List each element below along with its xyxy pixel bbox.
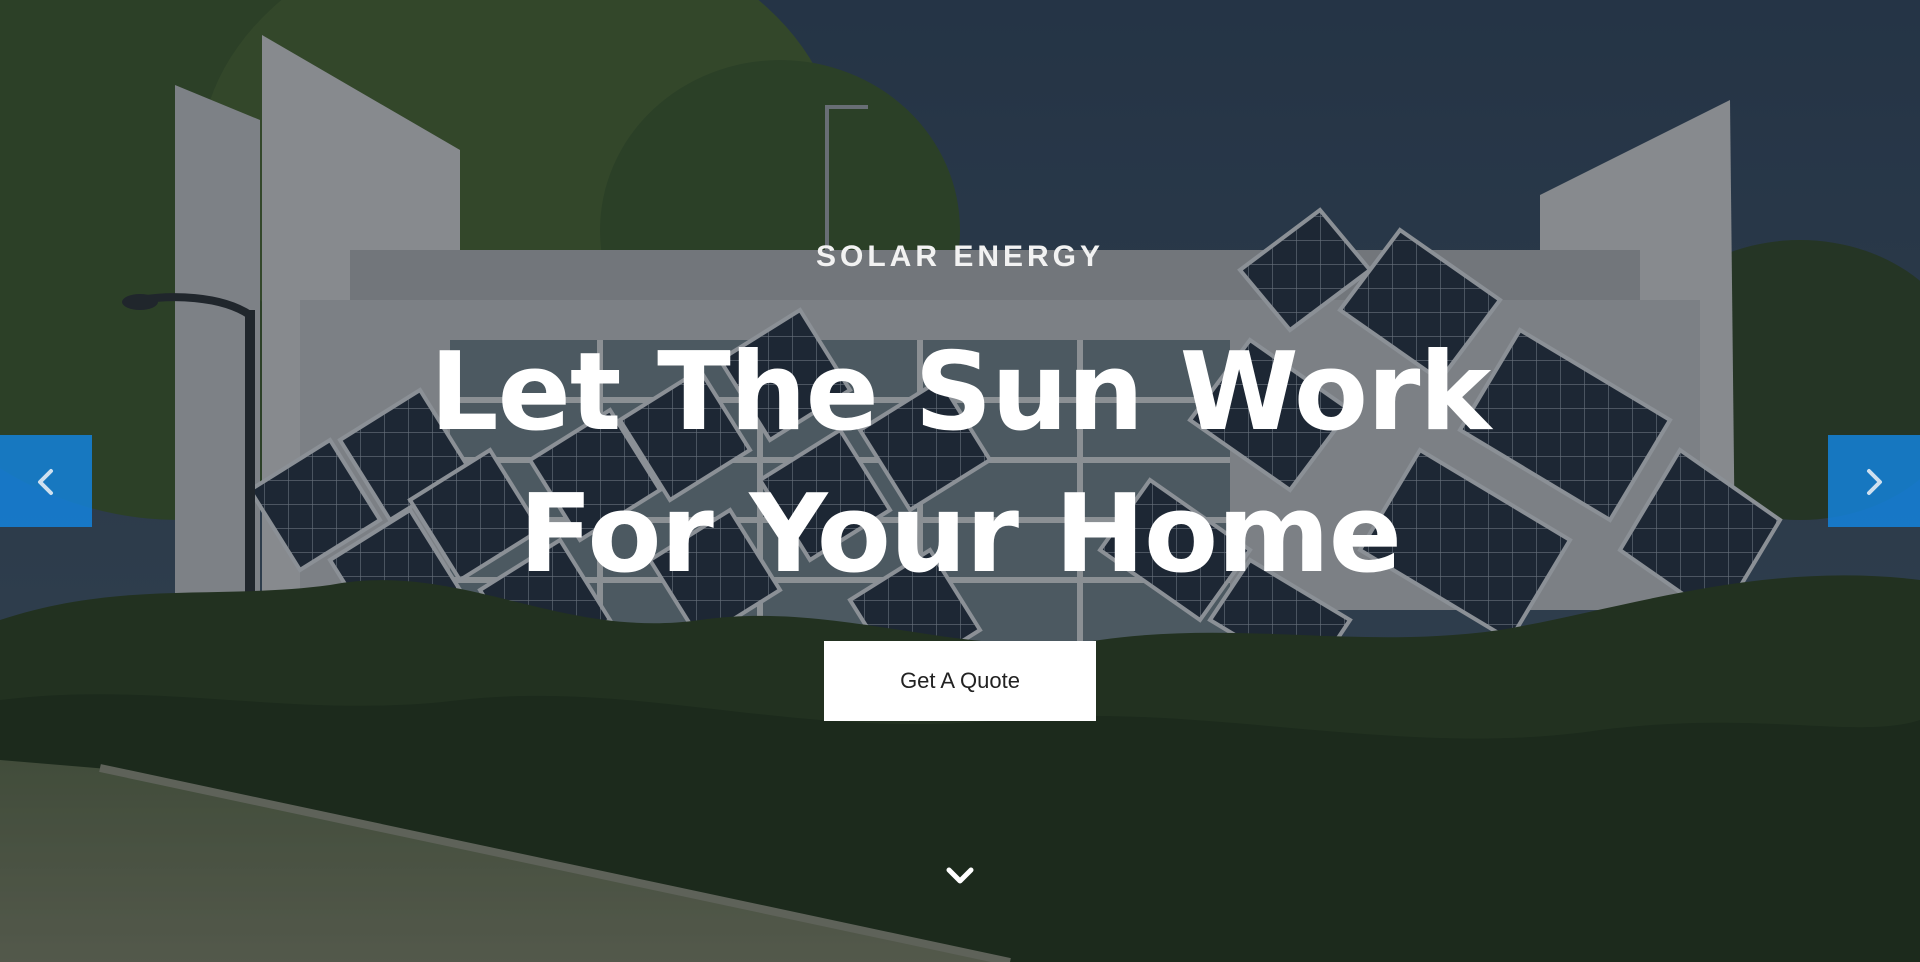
- chevron-down-icon: [946, 867, 974, 884]
- chevron-left-icon: [38, 469, 53, 495]
- hero-content: SOLAR ENERGY Let The Sun Work For Your H…: [0, 0, 1920, 962]
- hero-eyebrow-label: SOLAR ENERGY: [815, 240, 1105, 273]
- scroll-down-button[interactable]: [944, 860, 976, 892]
- slider-next-button[interactable]: [1828, 435, 1920, 527]
- get-a-quote-button[interactable]: Get A Quote: [824, 641, 1096, 721]
- hero-headline: Let The Sun Work For Your Home: [429, 330, 1491, 597]
- hero-section: SOLAR ENERGY Let The Sun Work For Your H…: [0, 0, 1920, 962]
- chevron-right-icon: [1867, 469, 1882, 495]
- slider-prev-button[interactable]: [0, 435, 92, 527]
